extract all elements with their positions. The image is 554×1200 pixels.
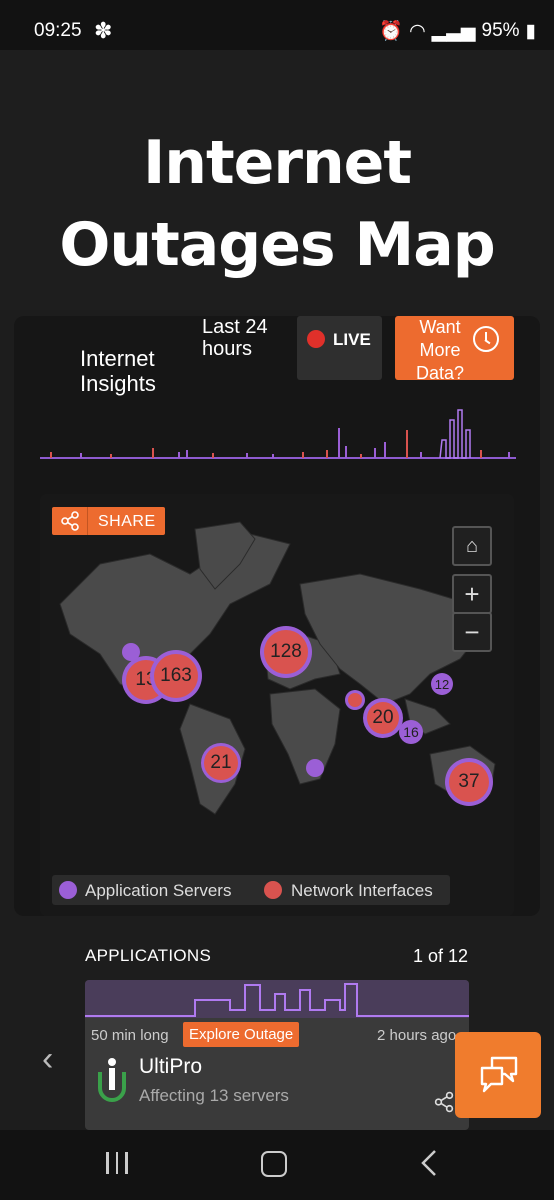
timeline-bar (360, 454, 362, 458)
cluster-marker[interactable]: 128 (264, 630, 308, 674)
share-button[interactable]: SHARE (52, 507, 165, 535)
cluster-marker[interactable]: 20 (367, 702, 399, 734)
applications-heading: APPLICATIONS (85, 946, 212, 965)
timeline-bar (508, 452, 510, 458)
application-name: UltiPro (139, 1055, 203, 1078)
timeline-bar (374, 448, 376, 458)
timeline-bar (384, 442, 386, 458)
timeline-bar (152, 448, 154, 458)
wifi-icon: ◠ (409, 20, 426, 42)
plus-icon: + (464, 578, 480, 609)
cluster-marker[interactable]: 163 (154, 654, 198, 698)
timeline-bar (110, 454, 112, 458)
world-map[interactable]: SHARE ⌂ + − 13 163 128 20 16 12 21 37 Ap… (40, 494, 514, 916)
outage-duration: 50 min long (91, 1027, 169, 1044)
cluster-marker[interactable]: 12 (431, 673, 453, 695)
status-bar: 09:25 ✽ ⏰ ◠ ▂▃▅ 95% ▮ (0, 0, 554, 50)
ultipro-logo-icon (98, 1058, 126, 1102)
map-legend: Application Servers Network Interfaces (52, 875, 450, 905)
timeline-bar (326, 450, 328, 458)
live-dot-icon (307, 330, 325, 348)
timeline-bar (246, 453, 248, 458)
share-icon (61, 511, 79, 531)
legend-app-dot (59, 881, 77, 899)
chat-icon (480, 1056, 518, 1093)
chat-button[interactable] (455, 1032, 541, 1118)
hero: Internet Outages Map (0, 50, 554, 310)
application-card[interactable]: 50 min long Explore Outage 2 hours ago U… (85, 980, 469, 1130)
timeline-bar (178, 452, 180, 458)
timeline-bar (272, 454, 274, 458)
insights-title: Internet Insights (80, 346, 156, 396)
map-dot[interactable] (348, 693, 362, 707)
timeline-bar (338, 428, 340, 458)
legend-net-dot (264, 881, 282, 899)
cluster-marker[interactable]: 21 (204, 746, 238, 780)
applications-pager: 1 of 12 (412, 946, 468, 966)
explore-outage-button[interactable]: Explore Outage (183, 1022, 300, 1047)
home-button[interactable]: ⌂ (452, 526, 492, 566)
home-icon: ⌂ (465, 534, 479, 557)
recents-icon[interactable] (106, 1152, 128, 1174)
battery-icon: ▮ (525, 20, 536, 42)
system-navbar (0, 1130, 554, 1200)
outage-time-ago: 2 hours ago (377, 1027, 457, 1044)
alarm-icon: ⏰ (379, 21, 404, 42)
map-dot[interactable] (122, 643, 140, 661)
status-icons: ⏰ ◠ ▂▃▅ 95% ▮ (379, 19, 536, 43)
share-label: SHARE (98, 513, 156, 530)
legend-app-label: Application Servers (85, 881, 232, 900)
time-range: Last 24 hours (202, 316, 268, 360)
timeline-bar (80, 453, 82, 458)
timeline-bar (480, 450, 482, 458)
timeline-bar (420, 452, 422, 458)
timeline-bar (345, 446, 347, 458)
home-nav-icon[interactable] (261, 1151, 287, 1177)
timeline-bar (302, 452, 304, 458)
share-divider (87, 507, 88, 535)
timeline-bar (212, 453, 214, 458)
timeline-bar (186, 450, 188, 458)
map-dot[interactable] (306, 759, 324, 777)
zoom-out-button[interactable]: − (452, 612, 492, 652)
cluster-marker[interactable]: 16 (399, 720, 423, 744)
status-time: 09:25 (34, 20, 82, 41)
minus-icon: − (464, 616, 480, 647)
outage-wave (85, 980, 469, 1018)
outage-wave-line (85, 983, 469, 1017)
more-data-button[interactable]: Want More Data? (395, 316, 514, 383)
flower-icon: ✽ (94, 18, 113, 43)
page-title: Internet Outages Map (59, 128, 495, 280)
cluster-marker[interactable]: 37 (449, 762, 489, 802)
timeline-bar (406, 430, 408, 458)
back-icon[interactable] (419, 1149, 439, 1177)
legend-net-label: Network Interfaces (291, 881, 433, 900)
signal-icon: ▂▃▅ (431, 20, 476, 42)
outage-timeline[interactable] (40, 400, 516, 462)
battery-level: 95% (481, 20, 520, 41)
world-map-shapes (59, 521, 496, 815)
card-share-icon[interactable] (433, 1091, 455, 1113)
zoom-in-button[interactable]: + (452, 574, 492, 614)
affected-servers: Affecting 13 servers (139, 1086, 289, 1105)
live-button[interactable]: LIVE (297, 316, 382, 380)
more-data-label: Want More Data? (415, 317, 465, 383)
clock-icon (473, 326, 499, 352)
prev-application-chevron-icon[interactable]: ‹ (42, 1040, 53, 1079)
live-label: LIVE (333, 330, 371, 349)
timeline-bar (50, 452, 52, 458)
